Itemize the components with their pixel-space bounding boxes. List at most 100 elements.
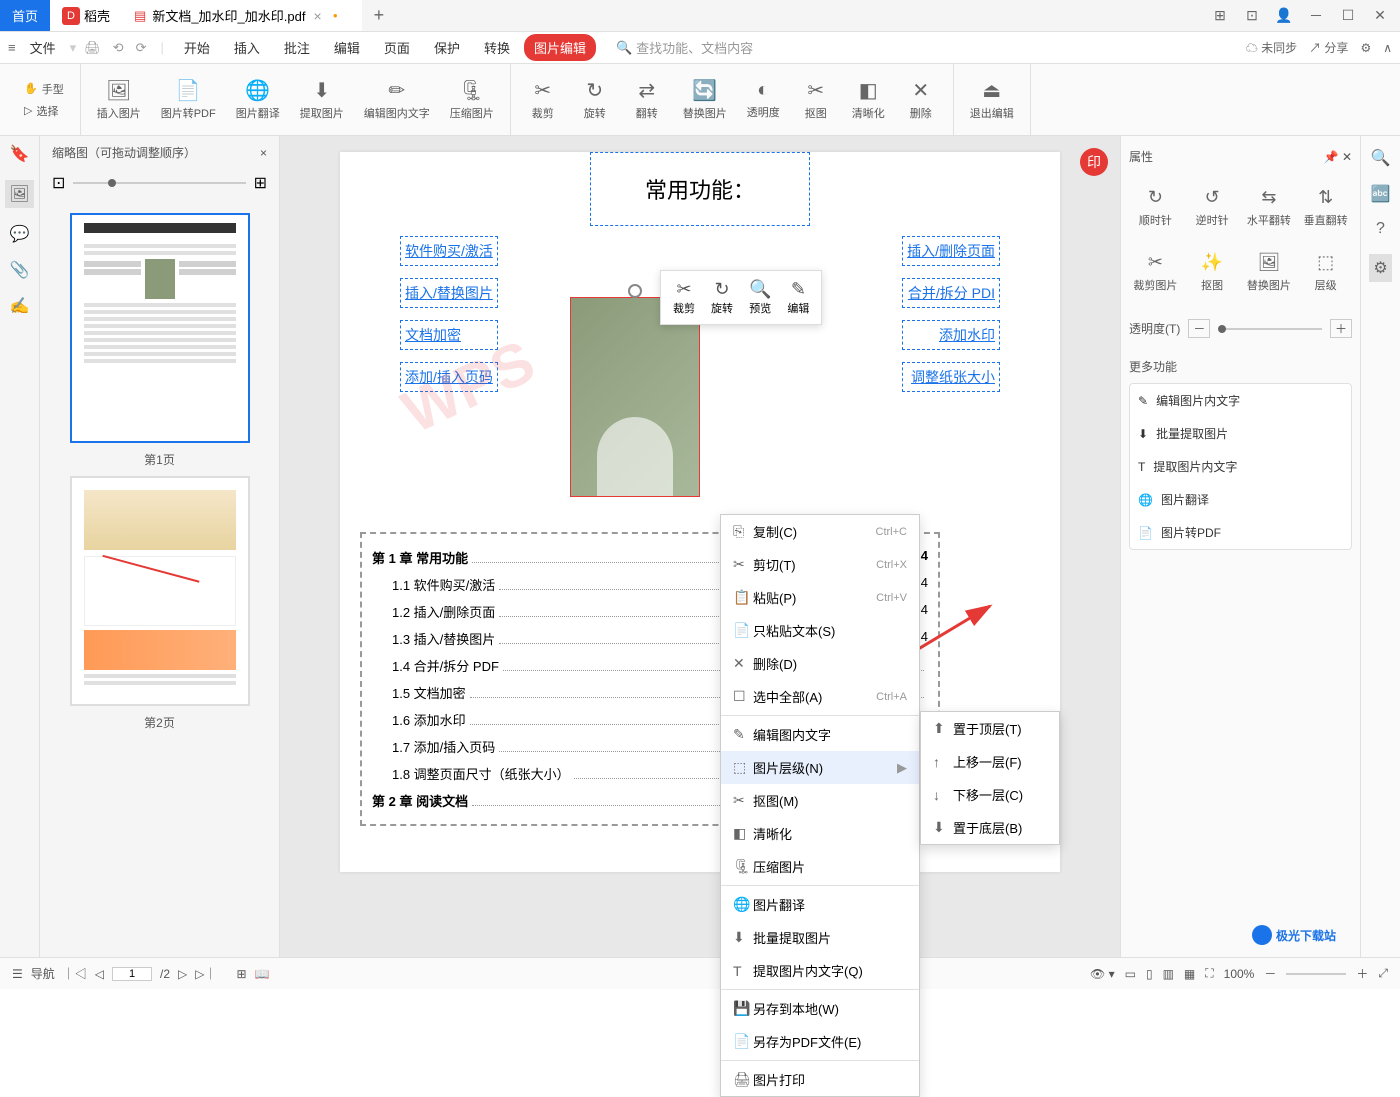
thumbnail-icon[interactable]: 🖼 bbox=[5, 180, 33, 208]
doc-link[interactable]: 添加水印 bbox=[902, 320, 1000, 350]
ctx-另存到本地(W)[interactable]: 💾另存到本地(W) bbox=[721, 992, 919, 1025]
tab-new-button[interactable]: + bbox=[362, 0, 397, 31]
thumb-close-button[interactable]: × bbox=[260, 146, 267, 160]
prev-page-button[interactable]: ◁ bbox=[95, 967, 104, 981]
zoom-in-icon[interactable]: ⊞ bbox=[254, 173, 267, 193]
apps-icon[interactable]: ⊡ bbox=[1240, 4, 1264, 28]
tab-home[interactable]: 首页 bbox=[0, 0, 50, 31]
help-icon[interactable]: ? bbox=[1376, 220, 1385, 238]
ribbon-删除[interactable]: ✕删除 bbox=[897, 74, 945, 125]
toolbar-icon[interactable]: 🖨 bbox=[80, 40, 105, 56]
maximize-button[interactable]: ☐ bbox=[1336, 4, 1360, 28]
thumb-page-1[interactable] bbox=[70, 213, 250, 443]
minimize-button[interactable]: － bbox=[1304, 4, 1328, 28]
ribbon-提取图片[interactable]: ⬇提取图片 bbox=[292, 74, 352, 125]
avatar-icon[interactable]: 👤 bbox=[1272, 4, 1296, 28]
bookmark-icon[interactable]: 🔖 bbox=[10, 144, 30, 164]
ctx-图片翻译[interactable]: 🌐图片翻译 bbox=[721, 888, 919, 921]
zoom-out-button[interactable]: － bbox=[1264, 965, 1276, 982]
ribbon-图片转PDF[interactable]: 📄图片转PDF bbox=[153, 74, 224, 125]
submenu-置于顶层(T)[interactable]: ⬆置于顶层(T) bbox=[921, 712, 1059, 745]
hand-tool[interactable]: ✋手型 bbox=[20, 79, 68, 99]
attachment-icon[interactable]: 📎 bbox=[10, 260, 30, 280]
fit-icon[interactable]: ⛶ bbox=[1205, 966, 1213, 981]
ribbon-编辑图内文字[interactable]: ✏编辑图内文字 bbox=[356, 74, 438, 125]
prop-逆时针[interactable]: ↺逆时针 bbox=[1186, 181, 1239, 234]
settings-icon[interactable]: ⚙ bbox=[1360, 41, 1371, 55]
view-mode-4-icon[interactable]: ▦ bbox=[1184, 967, 1195, 981]
select-tool[interactable]: ▷选择 bbox=[20, 101, 68, 121]
ctx-只粘贴文本(S)[interactable]: 📄只粘贴文本(S) bbox=[721, 614, 919, 647]
submenu-下移一层(C)[interactable]: ↓下移一层(C) bbox=[921, 778, 1059, 811]
page-input[interactable] bbox=[112, 967, 152, 981]
settings-icon[interactable]: ⚙ bbox=[1369, 254, 1391, 282]
doc-link[interactable]: 插入/替换图片 bbox=[400, 278, 498, 308]
prop-水平翻转[interactable]: ⇆水平翻转 bbox=[1243, 181, 1296, 234]
selected-image[interactable] bbox=[570, 297, 700, 497]
ribbon-压缩图片[interactable]: 🗜压缩图片 bbox=[442, 74, 502, 125]
ctx-图片层级(N)[interactable]: ⬚图片层级(N)▶ bbox=[721, 751, 919, 784]
menu-convert[interactable]: 转换 bbox=[474, 34, 520, 61]
next-page-button[interactable]: ▷ bbox=[178, 967, 187, 981]
menu-protect[interactable]: 保护 bbox=[424, 34, 470, 61]
prop-抠图[interactable]: ✨抠图 bbox=[1186, 246, 1239, 299]
ribbon-插入图片[interactable]: 🖼插入图片 bbox=[89, 74, 149, 125]
ribbon-抠图[interactable]: ✂抠图 bbox=[792, 74, 840, 125]
doc-link[interactable]: 调整纸张大小 bbox=[902, 362, 1000, 392]
tab-document[interactable]: ▤ 新文档_加水印_加水印.pdf × bbox=[122, 0, 362, 31]
ocr-icon[interactable]: 🔤 bbox=[1371, 184, 1391, 204]
tab-shell[interactable]: D 稻壳 bbox=[50, 0, 122, 31]
ctx-粘贴(P)[interactable]: 📋粘贴(P)Ctrl+V bbox=[721, 581, 919, 614]
ctx-抠图(M)[interactable]: ✂抠图(M) bbox=[721, 784, 919, 817]
ctx-另存为PDF文件(E)[interactable]: 📄另存为PDF文件(E) bbox=[721, 1025, 919, 1058]
ctx-批量提取图片[interactable]: ⬇批量提取图片 bbox=[721, 921, 919, 954]
menu-edit[interactable]: 编辑 bbox=[324, 34, 370, 61]
share-button[interactable]: ↗ 分享 bbox=[1309, 39, 1348, 56]
opacity-plus[interactable]: ＋ bbox=[1330, 319, 1352, 338]
stamp-badge[interactable]: 印 bbox=[1080, 148, 1108, 176]
more-编辑图片内文字[interactable]: ✎编辑图片内文字 bbox=[1130, 384, 1351, 417]
ribbon-图片翻译[interactable]: 🌐图片翻译 bbox=[228, 74, 288, 125]
ctx-清晰化[interactable]: ◧清晰化 bbox=[721, 817, 919, 850]
toolbar-icon[interactable]: ⟲ bbox=[109, 40, 128, 56]
prop-close-button[interactable]: ✕ bbox=[1342, 150, 1352, 164]
ctx-压缩图片[interactable]: 🗜压缩图片 bbox=[721, 850, 919, 883]
comment-icon[interactable]: 💬 bbox=[10, 224, 30, 244]
more-图片翻译[interactable]: 🌐图片翻译 bbox=[1130, 483, 1351, 516]
opacity-minus[interactable]: － bbox=[1188, 319, 1210, 338]
close-window-button[interactable]: ✕ bbox=[1368, 4, 1392, 28]
first-page-button[interactable]: ｜◁ bbox=[63, 965, 87, 982]
search-box[interactable]: 🔍 查找功能、文档内容 bbox=[616, 38, 753, 57]
sync-status[interactable]: ☁ 未同步 bbox=[1246, 39, 1297, 56]
menu-page[interactable]: 页面 bbox=[374, 34, 420, 61]
float-裁剪[interactable]: ✂裁剪 bbox=[665, 275, 703, 320]
more-图片转PDF[interactable]: 📄图片转PDF bbox=[1130, 516, 1351, 549]
collapse-icon[interactable]: ∧ bbox=[1383, 41, 1392, 55]
more-批量提取图片[interactable]: ⬇批量提取图片 bbox=[1130, 417, 1351, 450]
float-旋转[interactable]: ↻旋转 bbox=[703, 275, 741, 320]
view-mode-2-icon[interactable]: ▯ bbox=[1146, 967, 1153, 981]
layout-icon[interactable]: ⊞ bbox=[1208, 4, 1232, 28]
submenu-置于底层(B)[interactable]: ⬇置于底层(B) bbox=[921, 811, 1059, 844]
zoom-icon[interactable]: 🔍 bbox=[1371, 148, 1391, 168]
menu-annotate[interactable]: 批注 bbox=[274, 34, 320, 61]
ribbon-退出编辑[interactable]: ⏏退出编辑 bbox=[962, 74, 1022, 125]
thumb-page-2[interactable] bbox=[70, 476, 250, 706]
ctx-选中全部(A)[interactable]: ☐选中全部(A)Ctrl+A bbox=[721, 680, 919, 713]
thumb-zoom-slider[interactable]: ⊡ ⊞ bbox=[40, 169, 279, 197]
prop-裁剪图片[interactable]: ✂裁剪图片 bbox=[1129, 246, 1182, 299]
ctx-提取图片内文字(Q)[interactable]: T提取图片内文字(Q) bbox=[721, 954, 919, 987]
ctx-剪切(T)[interactable]: ✂剪切(T)Ctrl+X bbox=[721, 548, 919, 581]
ctx-编辑图内文字[interactable]: ✎编辑图内文字 bbox=[721, 718, 919, 751]
menu-image-edit[interactable]: 图片编辑 bbox=[524, 34, 596, 61]
file-menu[interactable]: 文件 bbox=[20, 34, 66, 61]
reading-icon[interactable]: 📖 bbox=[255, 967, 270, 981]
prop-顺时针[interactable]: ↻顺时针 bbox=[1129, 181, 1182, 234]
prop-垂直翻转[interactable]: ⇅垂直翻转 bbox=[1299, 181, 1352, 234]
panel-toggle-icon[interactable]: ☰ bbox=[12, 967, 23, 981]
fullscreen-icon[interactable]: ⤢ bbox=[1378, 966, 1388, 981]
ribbon-翻转[interactable]: ⇄翻转 bbox=[623, 74, 671, 125]
ctx-删除(D)[interactable]: ✕删除(D) bbox=[721, 647, 919, 680]
signature-icon[interactable]: ✍ bbox=[10, 296, 30, 316]
prop-层级[interactable]: ⬚层级 bbox=[1299, 246, 1352, 299]
